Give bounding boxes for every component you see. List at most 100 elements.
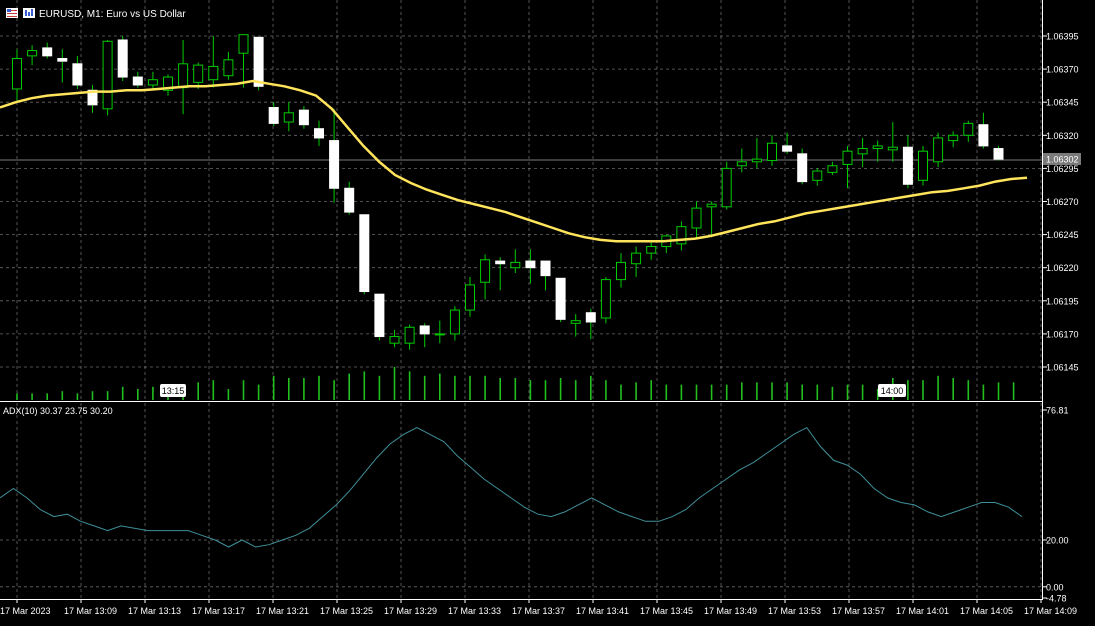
candle[interactable] [918,145,928,186]
candle-body [993,148,1004,160]
time-marker-label: 14:00 [881,386,904,396]
price-tick-label: 1.06220 [1046,263,1079,273]
time-tick-label: 17 Mar 13:53 [768,606,821,616]
candle-body [797,153,808,183]
candle-body [314,128,324,139]
candle-body [495,260,506,265]
adx-label: ADX(10) 30.37 23.75 30.20 [3,406,113,416]
candle[interactable] [797,148,808,185]
candle-body [978,124,989,147]
candle-body [827,165,838,173]
chart-root: 1.06395 1.06370 1.06345 1.06320 1.06295 1.062… [0,0,1095,626]
candle-body [57,58,68,62]
candle-body [510,261,521,269]
time-tick-label: 17 Mar 13:09 [64,606,117,616]
candle-body [132,76,143,86]
price-tick-label: 1.06295 [1046,164,1079,174]
candle-body [918,150,928,181]
price-tick-label: 1.06270 [1046,197,1079,207]
candle-body [812,170,823,181]
candle-body [283,112,294,123]
time-tick-label: 17 Mar 13:41 [576,606,629,616]
candle-body [193,64,204,83]
candle-body [751,158,762,163]
candle-body [706,203,717,208]
price-tick-label: 1.06395 [1046,32,1079,42]
candle-body [449,309,460,335]
candle-body [540,260,551,277]
candle-body [872,145,883,150]
candle-body [374,293,385,338]
candle-body [12,58,22,90]
price-tick-label: 1.06370 [1046,65,1079,75]
candle[interactable] [555,277,566,322]
time-tick-label: 17 Mar 13:57 [832,606,885,616]
candle[interactable] [600,276,611,324]
symbol-title: EURUSD, M1: Euro vs US Dollar [39,9,186,20]
candle-body [600,279,611,319]
candle-body [223,59,234,77]
time-marker-1400: 14:00 [878,384,906,397]
adx-tick-label: 0.00 [1046,582,1064,592]
time-tick-label: 17 Mar 14:01 [896,606,949,616]
time-tick-label: 17 Mar 13:45 [640,606,693,616]
candle-body [404,326,415,344]
candle[interactable] [117,36,128,82]
adx-tick-label: 76.81 [1046,406,1069,416]
time-tick-label: 17 Mar 13:25 [320,606,373,616]
adx-tick-label: 20.00 [1046,535,1069,545]
candle-body [963,122,974,136]
candle-body [631,252,642,265]
candle-body [419,325,430,335]
price-tick-label: 1.06345 [1046,98,1079,108]
time-tick-label: 17 Mar 13:21 [256,606,309,616]
candle-body [178,63,189,89]
candle-body [676,226,687,245]
candle[interactable] [102,39,113,116]
candle-body [253,36,264,87]
candle-body [857,148,868,155]
candle-body [117,39,128,78]
candle-body [72,63,83,86]
candle-body [585,312,596,323]
time-marker-1315: 13:15 [160,384,186,397]
time-tick-label: 17 Mar 13:33 [448,606,501,616]
chart-background [0,0,1095,626]
time-tick-label: 17 Mar 13:13 [128,606,181,616]
chart-type-icon[interactable] [23,8,35,18]
candle-body [298,109,309,126]
candle[interactable] [359,214,370,295]
candle-body [782,145,793,152]
time-tick-label: 17 Mar 13:49 [704,606,757,616]
candle-body [329,140,340,189]
time-tick-label: 17 Mar 2023 [0,606,51,616]
price-tick-label: 1.06245 [1046,230,1079,240]
candle[interactable] [721,161,732,210]
candle-body [646,246,657,254]
candle-body [721,167,732,208]
time-marker-label: 13:15 [162,386,185,396]
candle-body [767,142,777,161]
candle[interactable] [933,132,944,168]
candle-body [238,34,249,54]
candle-body [948,134,959,142]
candle-body [570,320,581,324]
current-price-marker: 1.06302 [1043,153,1081,165]
adx-tick-label: -4.78 [1046,594,1067,604]
time-tick-label: 17 Mar 13:37 [512,606,565,616]
candle-body [147,79,158,86]
time-tick-label: 17 Mar 14:09 [1024,606,1077,616]
candle-body [102,40,113,110]
candle[interactable] [374,293,385,341]
price-tick-label: 1.06195 [1046,296,1079,306]
candle-body [933,137,944,163]
candle-body [389,336,400,344]
time-tick-label: 17 Mar 14:05 [960,606,1013,616]
candle-body [887,146,898,151]
candle[interactable] [993,145,1004,161]
candle-body [691,207,702,229]
candle-body [344,187,355,213]
candle-body [555,277,566,320]
candle-body [616,261,626,281]
candle-body [480,259,491,283]
